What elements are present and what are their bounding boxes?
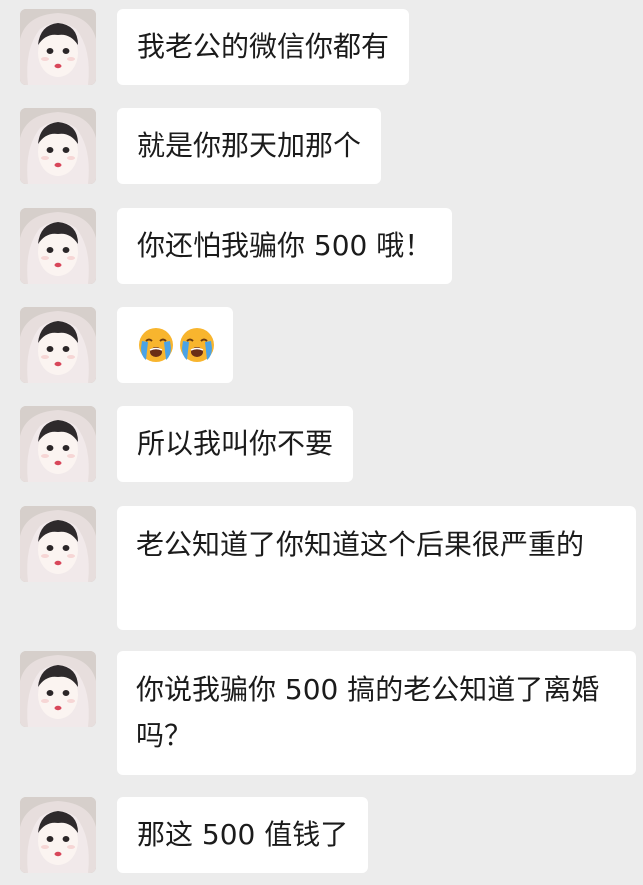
message-bubble[interactable] <box>117 307 233 383</box>
message-row: 我老公的微信你都有 <box>0 9 643 85</box>
avatar[interactable] <box>20 797 96 873</box>
message-text: 老公知道了你知道这个后果很严重的 <box>136 528 585 561</box>
message-row: 所以我叫你不要 <box>0 406 643 482</box>
message-bubble[interactable]: 就是你那天加那个 <box>117 108 382 184</box>
message-row: 你说我骗你 500 搞的老公知道了离婚吗？ <box>0 651 643 775</box>
message-bubble[interactable]: 我老公的微信你都有 <box>117 9 410 85</box>
message-text: 你说我骗你 500 搞的老公知道了离婚吗？ <box>136 673 600 752</box>
chat-message-list[interactable]: 我老公的微信你都有 就是你那天加那个 你还怕我骗你 500 哦！ 所以我叫你不要… <box>0 0 643 885</box>
avatar[interactable] <box>20 307 96 383</box>
message-row: 老公知道了你知道这个后果很严重的 <box>0 506 643 630</box>
message-text: 就是你那天加那个 <box>137 129 362 162</box>
avatar[interactable] <box>20 9 96 85</box>
avatar[interactable] <box>20 208 96 284</box>
message-text: 那这 500 值钱了 <box>137 818 349 851</box>
message-row: 就是你那天加那个 <box>0 108 643 184</box>
message-bubble[interactable]: 所以我叫你不要 <box>117 406 354 482</box>
message-bubble[interactable]: 你说我骗你 500 搞的老公知道了离婚吗？ <box>117 651 636 775</box>
message-text: 我老公的微信你都有 <box>137 30 390 63</box>
message-row: 你还怕我骗你 500 哦！ <box>0 208 643 284</box>
avatar[interactable] <box>20 651 96 727</box>
message-row <box>0 307 643 383</box>
message-bubble[interactable]: 老公知道了你知道这个后果很严重的 <box>117 506 636 630</box>
message-text: 你还怕我骗你 500 哦！ <box>137 229 433 262</box>
message-bubble[interactable]: 你还怕我骗你 500 哦！ <box>117 208 453 284</box>
loudly-crying-face-icon <box>178 326 216 364</box>
message-bubble[interactable]: 那这 500 值钱了 <box>117 797 369 873</box>
message-text: 所以我叫你不要 <box>137 427 334 460</box>
avatar[interactable] <box>20 108 96 184</box>
avatar[interactable] <box>20 506 96 582</box>
message-row: 那这 500 值钱了 <box>0 797 643 873</box>
loudly-crying-face-icon <box>137 326 175 364</box>
avatar[interactable] <box>20 406 96 482</box>
